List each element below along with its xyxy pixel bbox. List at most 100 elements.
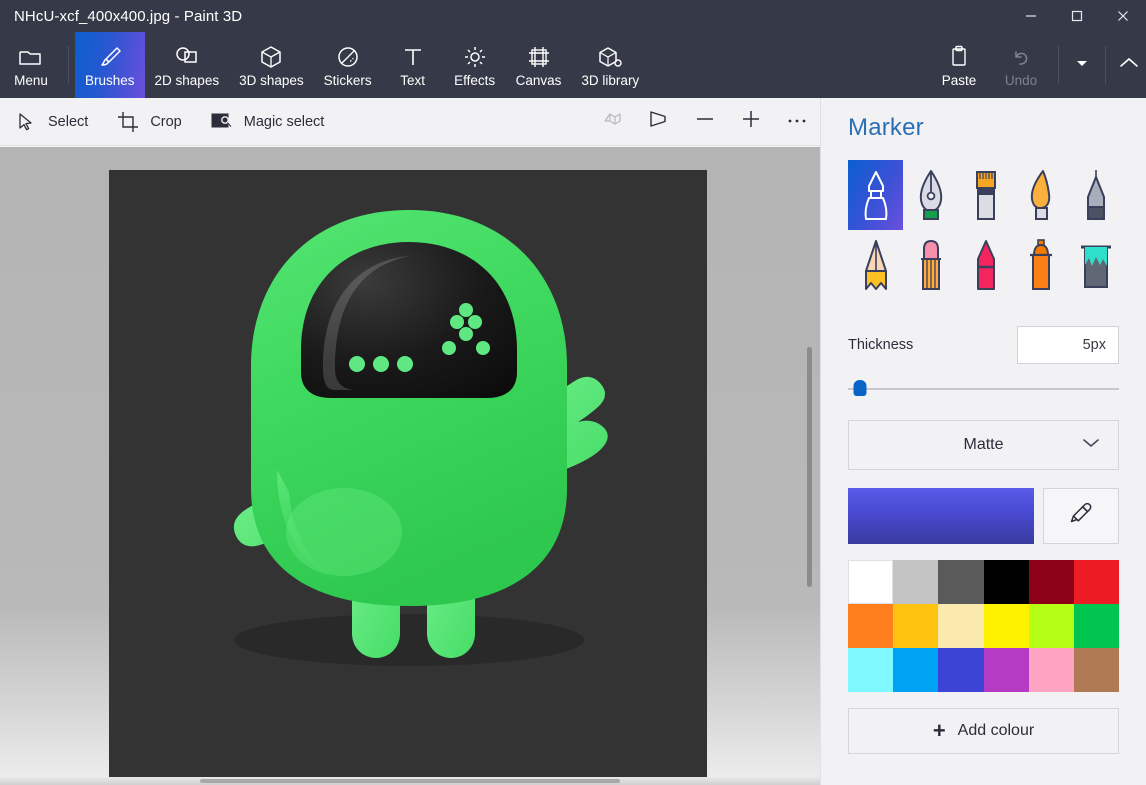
ribbon-item-3d-shapes[interactable]: 3D shapes <box>229 32 314 98</box>
ribbon-label-menu: Menu <box>14 73 48 88</box>
material-dropdown[interactable]: Matte <box>848 420 1119 470</box>
tool-select-label: Select <box>48 114 88 130</box>
tool-crop[interactable]: Crop <box>102 98 195 146</box>
colour-swatch[interactable] <box>938 604 983 648</box>
ribbon-label-brushes: Brushes <box>85 73 135 88</box>
ribbon-spacer <box>649 32 928 98</box>
brush-spray-can[interactable] <box>1013 230 1068 300</box>
canvas-icon <box>526 41 552 69</box>
zoom-out-button[interactable] <box>682 98 728 146</box>
maximize-button[interactable] <box>1054 0 1100 32</box>
minimize-button[interactable] <box>1008 0 1054 32</box>
colour-swatch[interactable] <box>848 604 893 648</box>
brush-marker[interactable] <box>848 160 903 230</box>
tool-select[interactable]: Select <box>0 98 102 146</box>
undo-arrow-icon <box>1009 41 1033 69</box>
eraser-icon <box>913 237 949 293</box>
paint3d-window: NHcU-xcf_400x400.jpg - Paint 3D Menu <box>0 0 1146 785</box>
brush-eraser[interactable] <box>903 230 958 300</box>
ribbon-overflow-button[interactable] <box>1065 32 1099 98</box>
close-button[interactable] <box>1100 0 1146 32</box>
colour-swatch[interactable] <box>893 604 938 648</box>
artboard[interactable] <box>109 170 707 778</box>
colour-swatch[interactable] <box>1074 560 1119 604</box>
material-dropdown-value: Matte <box>963 436 1003 454</box>
sub-toolbar: Select Crop Magic select <box>0 98 820 146</box>
colour-swatch[interactable] <box>938 560 983 604</box>
zoom-in-button[interactable] <box>728 98 774 146</box>
brush-crayon[interactable] <box>958 230 1013 300</box>
colour-swatch[interactable] <box>848 560 893 604</box>
brush-calligraphy-pen[interactable] <box>903 160 958 230</box>
thickness-slider-thumb[interactable] <box>854 380 867 396</box>
3d-library-icon <box>596 41 624 69</box>
pencil-icon <box>858 237 894 293</box>
colour-swatch[interactable] <box>984 604 1029 648</box>
window-controls <box>1008 0 1146 32</box>
watercolour-brush-icon <box>1023 167 1059 223</box>
colour-swatch[interactable] <box>1029 648 1074 692</box>
brush-pencil[interactable] <box>848 230 903 300</box>
title-bar: NHcU-xcf_400x400.jpg - Paint 3D <box>0 0 1146 32</box>
thickness-input[interactable]: 5px <box>1017 326 1119 364</box>
brush-oil-brush[interactable] <box>958 160 1013 230</box>
ribbon-label-undo: Undo <box>1005 73 1037 88</box>
colour-swatch[interactable] <box>1074 648 1119 692</box>
eyedropper-button[interactable] <box>1043 488 1119 544</box>
magic-select-icon <box>210 111 234 133</box>
colour-swatch[interactable] <box>984 560 1029 604</box>
colour-swatch[interactable] <box>984 648 1029 692</box>
perspective-icon <box>647 109 671 134</box>
ribbon-label-canvas: Canvas <box>516 73 562 88</box>
3d-view-icon <box>602 109 624 134</box>
calligraphy-pen-icon <box>913 167 949 223</box>
collapse-ribbon-button[interactable] <box>1112 32 1146 98</box>
ribbon-item-3d-library[interactable]: 3D library <box>571 32 649 98</box>
tool-options-panel: Marker <box>820 98 1146 785</box>
tool-crop-label: Crop <box>150 114 181 130</box>
colour-swatch[interactable] <box>893 648 938 692</box>
brush-watercolour[interactable] <box>1013 160 1068 230</box>
horizontal-scrollbar-thumb[interactable] <box>200 779 620 783</box>
add-colour-button[interactable]: + Add colour <box>848 708 1119 754</box>
brush-pixel-pen[interactable] <box>1068 160 1123 230</box>
minus-icon <box>694 108 716 135</box>
perspective-button[interactable] <box>636 98 682 146</box>
more-options-button[interactable] <box>774 98 820 146</box>
oil-brush-icon <box>968 167 1004 223</box>
ribbon-item-text[interactable]: Text <box>382 32 444 98</box>
ribbon-item-brushes[interactable]: Brushes <box>75 32 145 98</box>
ribbon-item-stickers[interactable]: Stickers <box>314 32 382 98</box>
window-title: NHcU-xcf_400x400.jpg - Paint 3D <box>0 8 242 25</box>
ribbon-label-text: Text <box>400 73 425 88</box>
chevron-down-icon <box>1075 56 1089 75</box>
current-colour-swatch[interactable] <box>848 488 1034 544</box>
ellipsis-icon <box>786 113 808 131</box>
ribbon-label-paste: Paste <box>942 73 977 88</box>
ribbon-item-effects[interactable]: Effects <box>444 32 506 98</box>
colour-swatch[interactable] <box>1029 604 1074 648</box>
ribbon-item-2d-shapes[interactable]: 2D shapes <box>145 32 230 98</box>
ribbon-item-paste[interactable]: Paste <box>928 32 990 98</box>
ribbon-label-3d-library: 3D library <box>581 73 639 88</box>
spray-can-icon <box>1023 237 1059 293</box>
ribbon-label-2d-shapes: 2D shapes <box>155 73 220 88</box>
tool-magic-select[interactable]: Magic select <box>196 98 339 146</box>
colour-swatch[interactable] <box>1029 560 1074 604</box>
brush-fill[interactable] <box>1068 230 1123 300</box>
ribbon-item-menu[interactable]: Menu <box>0 32 62 98</box>
panel-title: Marker <box>848 114 1119 142</box>
marker-icon <box>858 167 894 223</box>
colour-swatch[interactable] <box>1074 604 1119 648</box>
colour-swatch[interactable] <box>893 560 938 604</box>
thickness-slider[interactable] <box>848 376 1119 398</box>
clipboard-icon <box>948 41 970 69</box>
canvas-horizontal-scrollbar[interactable] <box>0 777 820 785</box>
colour-swatch[interactable] <box>848 648 893 692</box>
ribbon-item-canvas[interactable]: Canvas <box>506 32 572 98</box>
colour-swatch[interactable] <box>938 648 983 692</box>
effects-icon <box>462 41 488 69</box>
thickness-row: Thickness 5px <box>848 326 1119 364</box>
canvas-vertical-scrollbar[interactable] <box>807 347 812 587</box>
canvas-stage[interactable] <box>0 147 820 785</box>
